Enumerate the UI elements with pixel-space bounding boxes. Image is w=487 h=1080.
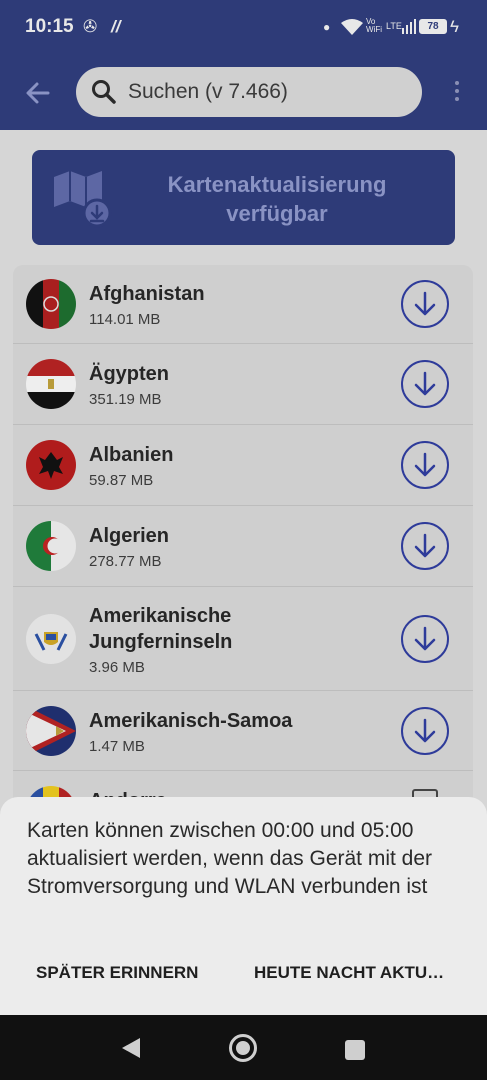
list-item[interactable]: Amerikanische Jungferninseln 3.96 MB [13, 587, 473, 691]
network-label: LTE [386, 21, 402, 31]
map-update-banner[interactable]: Kartenaktualisierung verfügbar [32, 150, 455, 245]
country-size: 3.96 MB [89, 659, 145, 676]
app-bar: 10:15 ✇ // ● Vo WiFi LTE 78 ϟ Suchen (v … [0, 0, 487, 130]
country-name: Albanien [89, 444, 174, 466]
download-arrow-icon [414, 371, 436, 396]
update-tonight-button[interactable]: HEUTE NACHT AKTU… [254, 963, 456, 983]
battery-indicator: 78 [419, 19, 447, 34]
list-item[interactable]: Albanien 59.87 MB [13, 425, 473, 506]
flag-us-virgin-islands-icon [26, 614, 76, 664]
country-size: 1.47 MB [89, 738, 145, 755]
download-button[interactable] [401, 441, 449, 489]
download-button[interactable] [401, 615, 449, 663]
download-button[interactable] [401, 280, 449, 328]
flag-american-samoa-icon [26, 706, 76, 756]
download-arrow-icon [414, 718, 436, 743]
download-button[interactable] [401, 360, 449, 408]
update-bottom-sheet: Karten können zwischen 00:00 und 05:00 a… [0, 797, 487, 1015]
country-name: Amerikanisch-Samoa [89, 710, 293, 732]
list-item[interactable]: Afghanistan 114.01 MB [13, 265, 473, 344]
download-arrow-icon [414, 452, 436, 477]
search-icon [92, 80, 116, 104]
search-placeholder: Suchen (v 7.466) [128, 80, 288, 103]
country-name: Amerikanische Jungferninseln [89, 605, 233, 653]
country-size: 114.01 MB [89, 311, 161, 328]
country-size: 278.77 MB [89, 553, 162, 570]
map-download-icon [54, 171, 112, 228]
more-options-icon[interactable] [450, 78, 464, 106]
dot-icon: ● [323, 20, 331, 34]
charging-icon: ϟ [450, 17, 459, 36]
nav-home-icon[interactable] [229, 1034, 257, 1062]
search-input[interactable]: Suchen (v 7.466) [76, 67, 422, 117]
banner-text: Kartenaktualisierung verfügbar [167, 172, 387, 226]
flag-egypt-icon [26, 359, 76, 409]
country-name: Ägypten [89, 363, 169, 385]
signal-icon [402, 19, 416, 34]
status-bar: 10:15 ✇ // ● Vo WiFi LTE 78 ϟ [0, 0, 487, 54]
flag-afghanistan-icon [26, 279, 76, 329]
system-nav-bar [0, 1015, 487, 1080]
remind-later-button[interactable]: SPÄTER ERINNERN [36, 963, 198, 983]
download-button[interactable] [401, 522, 449, 570]
list-item[interactable]: Algerien 278.77 MB [13, 506, 473, 587]
download-arrow-icon [414, 291, 436, 316]
aperture-icon: ✇ [83, 17, 98, 36]
download-arrow-icon [414, 626, 436, 651]
status-time: 10:15 [25, 16, 74, 37]
wifi-icon [341, 19, 363, 35]
flag-albania-icon [26, 440, 76, 490]
vowifi-label: Vo WiFi [366, 17, 382, 34]
sheet-message: Karten können zwischen 00:00 und 05:00 a… [27, 819, 433, 898]
screen: 10:15 ✇ // ● Vo WiFi LTE 78 ϟ Suchen (v … [0, 0, 487, 1080]
download-button[interactable] [401, 707, 449, 755]
flag-algeria-icon [26, 521, 76, 571]
country-list: Afghanistan 114.01 MB Ägypten 351.19 MB … [13, 265, 473, 825]
country-size: 59.87 MB [89, 472, 154, 489]
country-name: Afghanistan [89, 283, 205, 305]
list-item[interactable]: Amerikanisch-Samoa 1.47 MB [13, 691, 473, 771]
notification-icon: // [111, 17, 121, 36]
list-item[interactable]: Ägypten 351.19 MB [13, 344, 473, 425]
country-size: 351.19 MB [89, 391, 162, 408]
country-name: Algerien [89, 525, 170, 547]
nav-recents-icon[interactable] [345, 1040, 365, 1060]
back-arrow-icon[interactable] [22, 77, 54, 109]
download-arrow-icon [414, 533, 436, 558]
nav-back-icon[interactable] [120, 1037, 142, 1059]
